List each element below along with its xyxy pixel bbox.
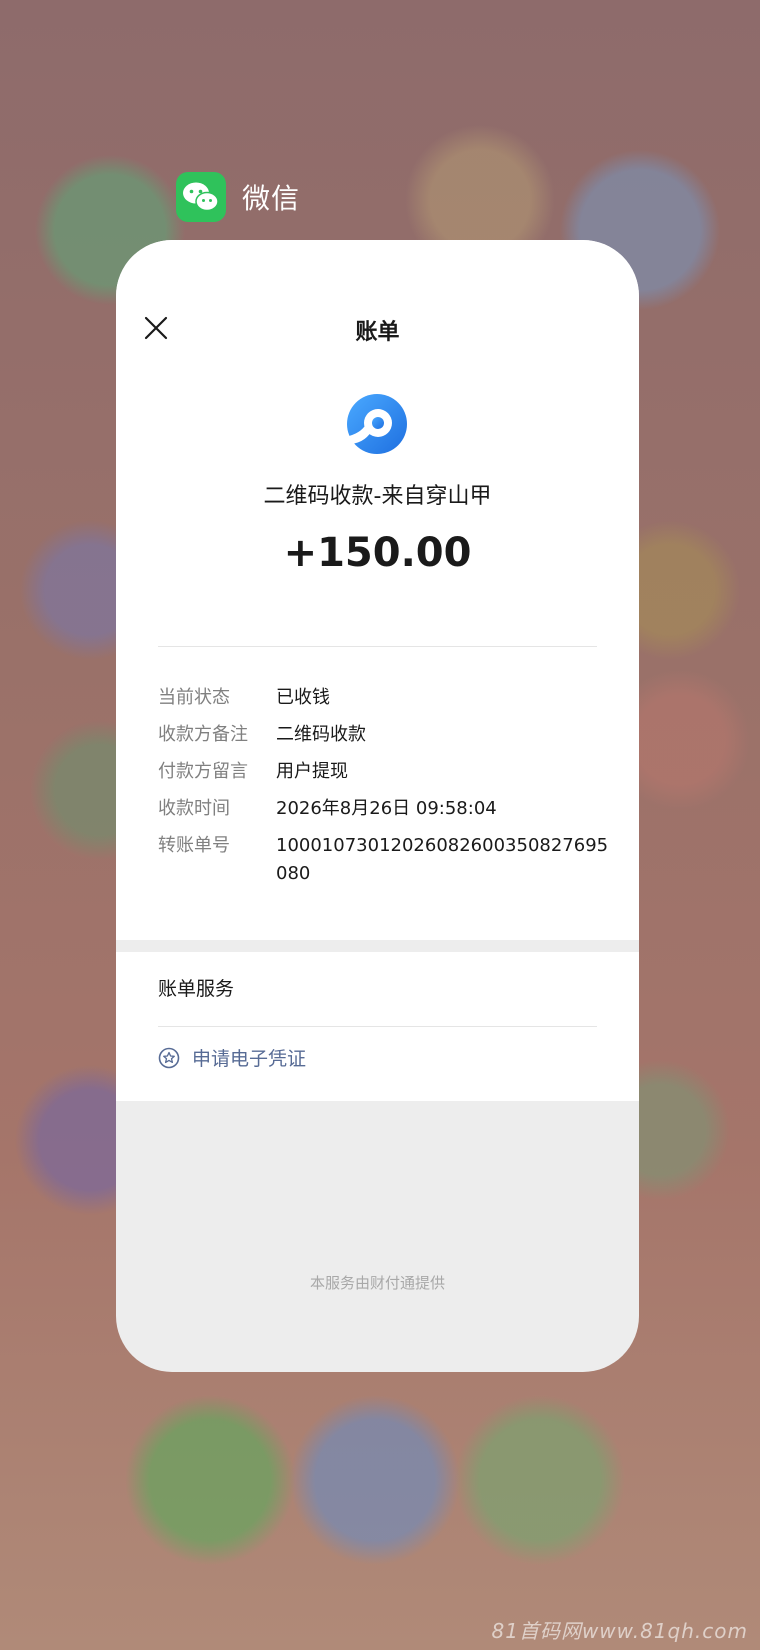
merchant-name: 二维码收款-来自穿山甲 [263,484,492,509]
detail-row-status: 当前状态 已收钱 [158,684,609,712]
detail-row-transfer-number: 转账单号 10001073012026082600350827695080 [158,832,609,888]
detail-value: 2026年8月26日 09:58:04 [276,798,497,819]
apply-e-voucher-link[interactable]: 申请电子凭证 [158,1044,306,1071]
bill-summary-section: 账单 二维码收款-来自穿山甲 +150.00 当前状态 已收钱 收款方备注 二维… [116,240,639,940]
apply-e-voucher-label: 申请电子凭证 [192,1048,307,1070]
service-title: 账单服务 [158,978,235,1000]
detail-label: 收款方备注 [158,724,248,745]
detail-label: 当前状态 [158,687,230,708]
page-title: 账单 [355,320,400,345]
divider [158,646,597,647]
detail-value: 二维码收款 [276,724,366,745]
wechat-icon[interactable] [176,172,226,222]
bill-card[interactable]: 账单 二维码收款-来自穿山甲 +150.00 当前状态 已收钱 收款方备注 二维… [116,240,639,1372]
detail-label: 收款时间 [158,798,230,819]
app-switcher-header: 微信 [176,172,300,222]
app-name: 微信 [242,182,301,215]
detail-row-payee-note: 收款方备注 二维码收款 [158,721,609,749]
star-circle-icon [158,1047,180,1069]
merchant-logo-icon [345,392,409,456]
detail-value: 已收钱 [276,687,330,708]
detail-list: 当前状态 已收钱 收款方备注 二维码收款 付款方留言 用户提现 收款时间 202… [158,684,609,897]
detail-label: 转账单号 [158,835,230,856]
detail-label: 付款方留言 [158,761,248,782]
detail-value[interactable]: 10001073012026082600350827695080 [276,832,609,888]
provider-footer: 本服务由财付通提供 [309,1274,445,1292]
detail-row-time: 收款时间 2026年8月26日 09:58:04 [158,795,609,823]
detail-value: 用户提现 [276,761,348,782]
bill-service-section: 账单服务 申请电子凭证 [116,952,639,1101]
divider [158,1026,597,1027]
detail-row-payer-message: 付款方留言 用户提现 [158,758,609,786]
amount: +150.00 [283,530,472,576]
site-watermark: 81首码网www.81qh.com [491,1619,748,1643]
